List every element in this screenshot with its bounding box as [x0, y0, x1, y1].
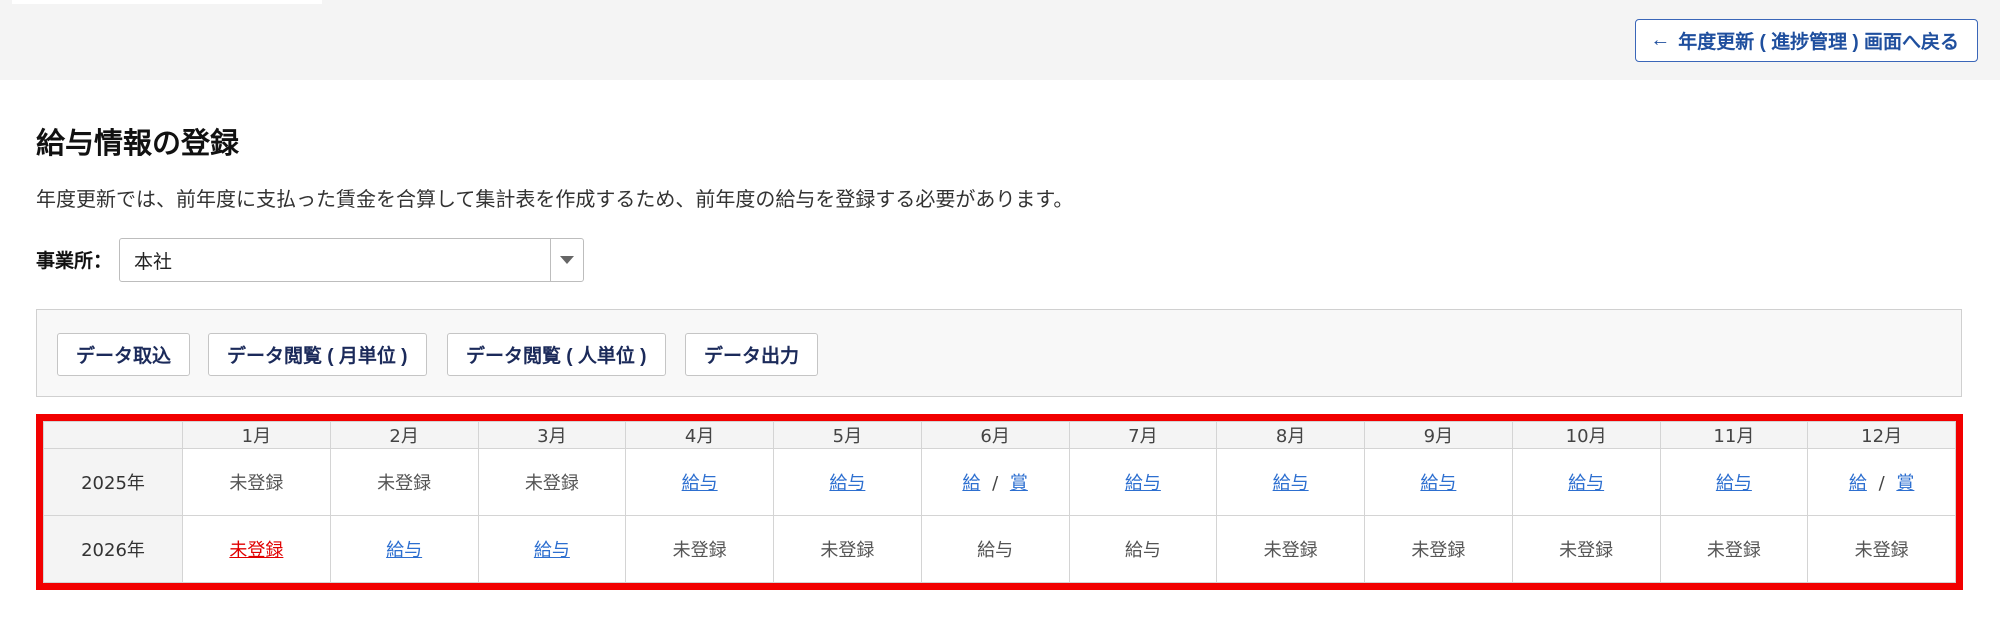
dropdown-toggle[interactable]: [550, 239, 583, 281]
status-text: 未登録: [1559, 540, 1614, 561]
salary-link[interactable]: 給与: [534, 540, 570, 561]
month-cell: 未登録: [1511, 515, 1661, 583]
month-cell: 未登録: [1807, 515, 1956, 583]
salary-registration-table: 1月 2月 3月 4月 5月 6月 7月 8月 9月 10月 11月 12月 2025年 未登録 未登録未…: [43, 421, 1956, 583]
year-cell: 2025年: [43, 448, 183, 516]
table-row: 2025年 未登録 未登録 未登録 給与 給与 給 / 賞 給与 給与 給与 給与 給与 給 / 賞: [43, 448, 1956, 516]
month-cell: 給 / 賞: [920, 448, 1070, 516]
month-cell: 未登録: [1659, 515, 1809, 583]
month-cell: 未登録: [477, 448, 627, 516]
month-cell: 給与: [477, 515, 627, 583]
salary-grid-highlight: 1月 2月 3月 4月 5月 6月 7月 8月 9月 10月 11月 12月 2025年 未登録 未登録未…: [36, 414, 1963, 590]
month-header: 6月: [920, 421, 1070, 449]
month-cell: 未登録: [1216, 515, 1365, 583]
page-title: 給与情報の登録: [36, 126, 240, 160]
action-panel: データ取込 データ閲覧 ( 月単位 ) データ閲覧 ( 人単位 ) データ出力: [36, 309, 1962, 397]
status-text: 未登録: [229, 473, 284, 494]
month-cell: 給与: [920, 515, 1070, 583]
salary-link[interactable]: 給与: [1125, 473, 1161, 494]
month-cell: 給与: [329, 515, 479, 583]
month-cell: 給 / 賞: [1807, 448, 1956, 516]
month-cell: 給与: [1068, 448, 1218, 516]
status-text: 未登録: [820, 540, 875, 561]
table-row: 2026年 未登録 給与 給与 未登録 未登録 給与 給与 未登録 未登録 未登録 未登録 未登録: [43, 515, 1956, 583]
month-cell: 給与: [625, 448, 774, 516]
data-import-button[interactable]: データ取込: [57, 333, 191, 376]
month-header: 4月: [625, 421, 774, 449]
data-export-button[interactable]: データ出力: [685, 333, 819, 376]
salary-link[interactable]: 給与: [386, 540, 422, 561]
status-text: 未登録: [1263, 540, 1318, 561]
month-cell: 未登録: [1364, 515, 1513, 583]
month-header: 12月: [1807, 421, 1956, 449]
month-header: 5月: [773, 421, 922, 449]
corner-cell: [43, 421, 183, 449]
month-cell: 給与: [1511, 448, 1661, 516]
back-button-label: 年度更新 ( 進捗管理 ) 画面へ戻る: [1678, 32, 1959, 53]
month-cell: 未登録: [182, 448, 331, 516]
bonus-link[interactable]: 賞: [1896, 473, 1914, 494]
year-cell: 2026年: [43, 515, 183, 583]
month-header: 3月: [477, 421, 627, 449]
month-header: 9月: [1364, 421, 1513, 449]
status-text: 給与: [1124, 540, 1161, 561]
month-cell: 未登録: [773, 515, 922, 583]
tab-hint: [12, 0, 322, 4]
top-bar: ← 年度更新 ( 進捗管理 ) 画面へ戻る: [0, 0, 2000, 80]
office-select[interactable]: 本社: [119, 238, 584, 282]
status-text: 未登録: [1706, 540, 1761, 561]
data-view-person-button[interactable]: データ閲覧 ( 人単位 ): [447, 333, 666, 376]
month-cell: 未登録: [625, 515, 774, 583]
month-header: 11月: [1659, 421, 1809, 449]
status-text: 給与: [977, 540, 1014, 561]
month-header: 10月: [1511, 421, 1661, 449]
salary-link[interactable]: 給与: [1273, 473, 1309, 494]
data-view-monthly-button[interactable]: データ閲覧 ( 月単位 ): [208, 333, 427, 376]
table-header-row: 1月 2月 3月 4月 5月 6月 7月 8月 9月 10月 11月 12月: [43, 421, 1956, 449]
month-cell: 未登録: [182, 515, 331, 583]
salary-link[interactable]: 給与: [1420, 473, 1456, 494]
month-cell: 給与: [1068, 515, 1218, 583]
status-text: 未登録: [1411, 540, 1466, 561]
status-text: 未登録: [672, 540, 727, 561]
month-cell: 未登録: [329, 448, 479, 516]
separator: /: [1872, 473, 1891, 494]
office-label: 事業所：: [36, 250, 113, 272]
month-header: 1月: [182, 421, 331, 449]
status-text: 未登録: [524, 473, 579, 494]
office-select-value: 本社: [134, 250, 173, 273]
bonus-link[interactable]: 賞: [1010, 473, 1028, 494]
salary-link[interactable]: 給与: [829, 473, 865, 494]
month-header: 2月: [329, 421, 479, 449]
month-cell: 給与: [1364, 448, 1513, 516]
salary-link[interactable]: 給与: [1568, 473, 1604, 494]
page-description: 年度更新では、前年度に支払った賃金を合算して集計表を作成するため、前年度の給与を…: [36, 187, 1074, 211]
month-cell: 給与: [1216, 448, 1365, 516]
month-header: 7月: [1068, 421, 1218, 449]
salary-link[interactable]: 給: [1849, 473, 1867, 494]
month-cell: 給与: [773, 448, 922, 516]
status-text: 未登録: [377, 473, 432, 494]
salary-link[interactable]: 給与: [1716, 473, 1752, 494]
unregistered-link[interactable]: 未登録: [229, 540, 283, 561]
salary-link[interactable]: 給: [962, 473, 980, 494]
back-to-progress-button[interactable]: ← 年度更新 ( 進捗管理 ) 画面へ戻る: [1635, 19, 1978, 62]
month-header: 8月: [1216, 421, 1365, 449]
salary-link[interactable]: 給与: [682, 473, 718, 494]
caret-down-icon: [560, 256, 574, 264]
separator: /: [986, 473, 1004, 494]
status-text: 未登録: [1854, 540, 1909, 561]
month-cell: 給与: [1659, 448, 1809, 516]
arrow-left-icon: ←: [1650, 29, 1671, 51]
